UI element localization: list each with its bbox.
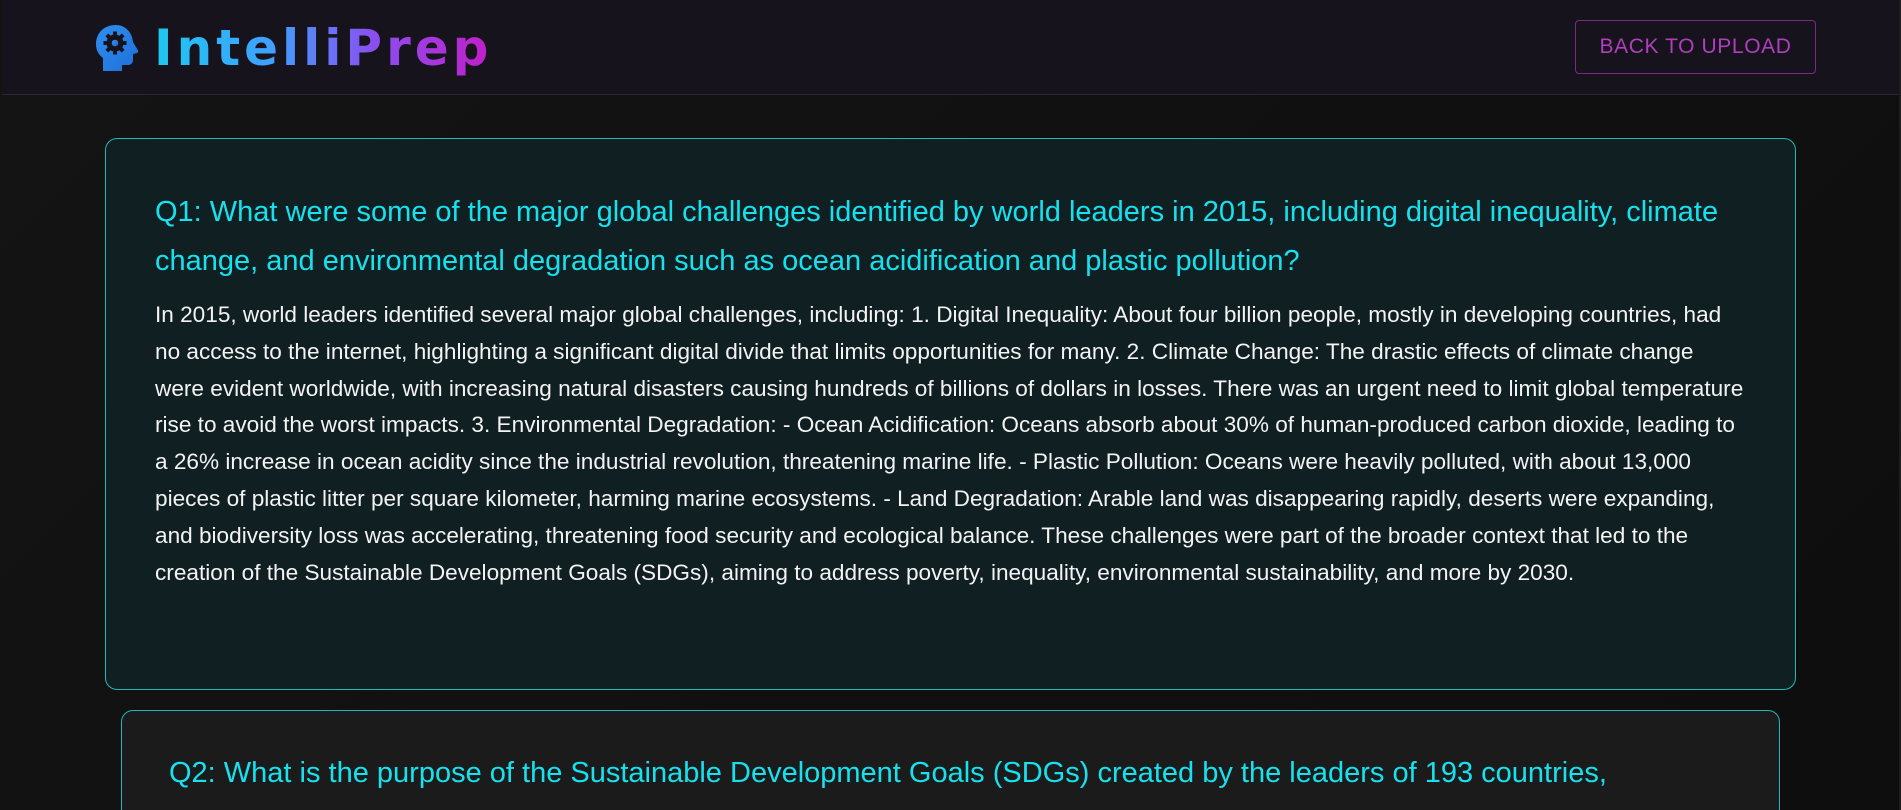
head-gear-icon [94,23,140,73]
question-card: Q2: What is the purpose of the Sustainab… [121,710,1780,810]
page: IntelliPrep BACK TO UPLOAD Q1: What were… [0,0,1901,810]
question-answer: In 2015, world leaders identified severa… [155,302,1744,585]
question-title: Q1: What were some of the major global c… [155,196,1719,277]
question-title: Q2: What is the purpose of the Sustainab… [169,757,1607,789]
question-card: Q1: What were some of the major global c… [105,138,1796,690]
back-to-upload-button[interactable]: BACK TO UPLOAD [1575,20,1816,74]
brand-name: IntelliPrep [154,19,493,77]
app-header: IntelliPrep BACK TO UPLOAD [2,0,1899,95]
brand-logo[interactable]: IntelliPrep [94,18,492,78]
